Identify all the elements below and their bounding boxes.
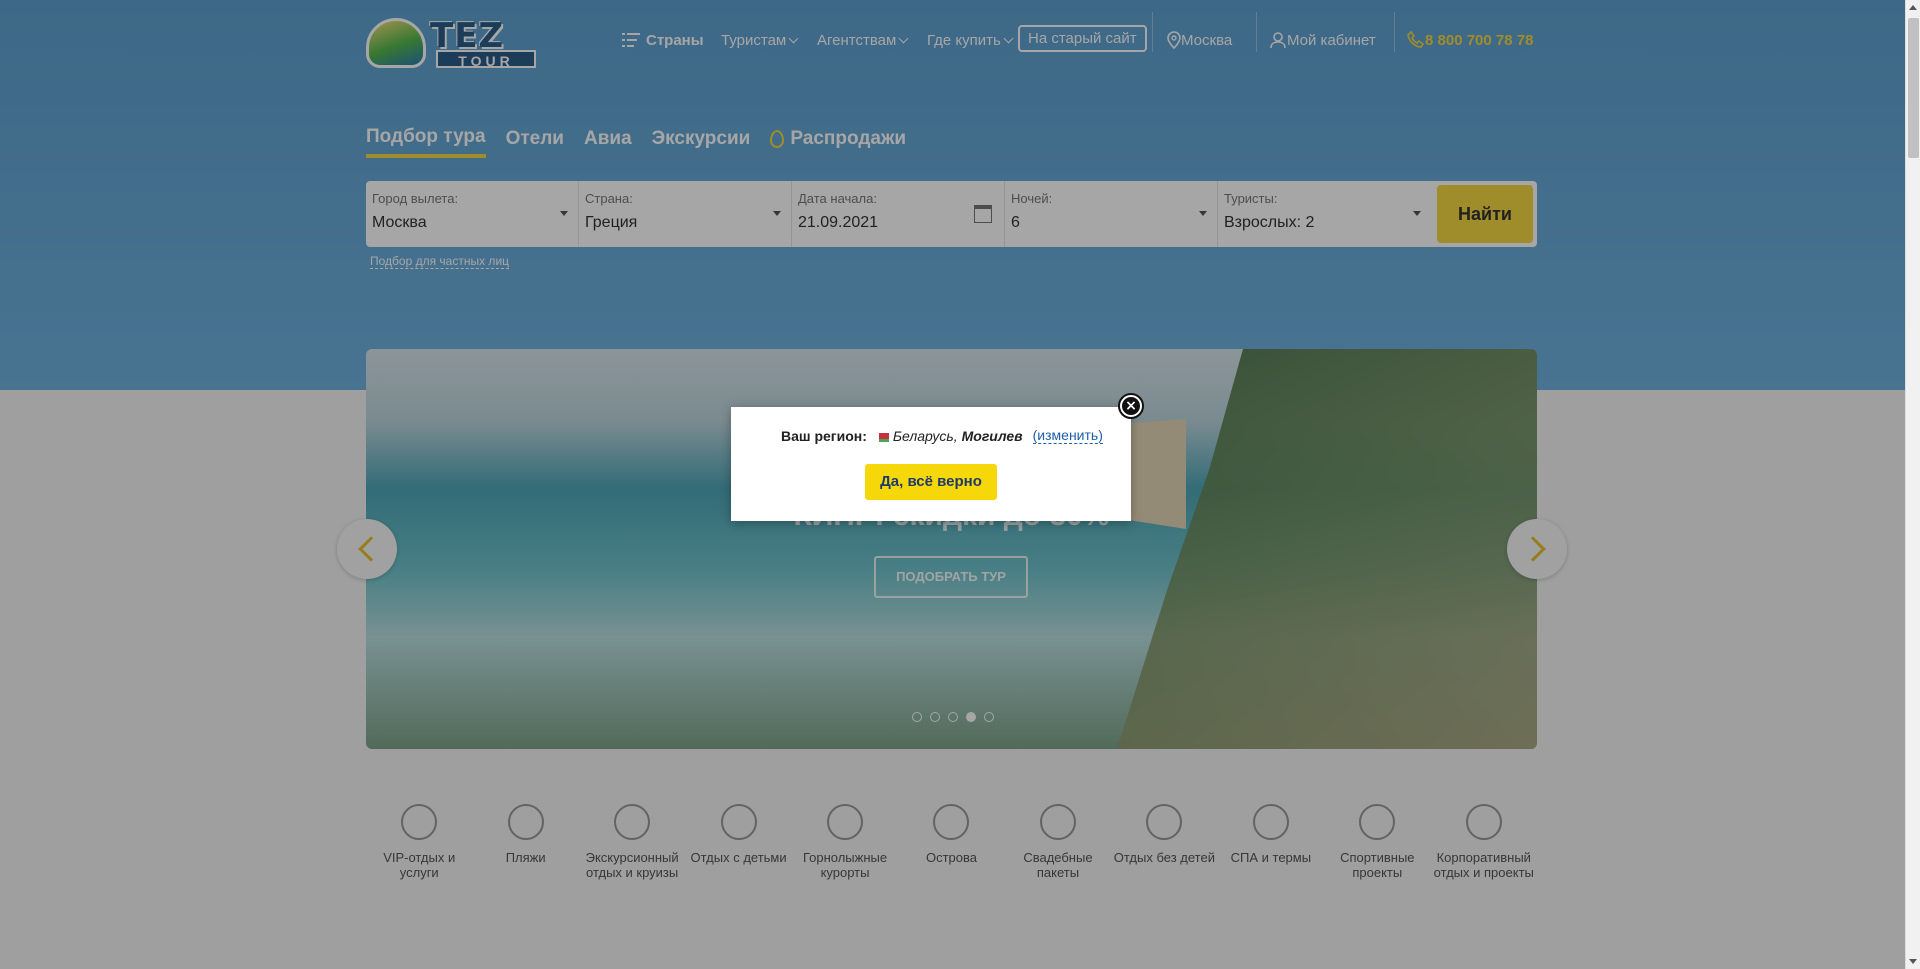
close-icon: × xyxy=(1122,397,1140,415)
scroll-down-icon[interactable] xyxy=(1909,959,1917,964)
region-label: Ваш регион: xyxy=(781,427,867,444)
region-confirm-modal: Ваш регион: Беларусь, Могилев (изменить)… xyxy=(731,407,1131,521)
modal-close-button[interactable]: × xyxy=(1118,393,1144,419)
region-row: Ваш регион: Беларусь, Могилев (изменить) xyxy=(781,427,1103,444)
page-scrollbar[interactable] xyxy=(1905,0,1920,969)
scroll-up-icon[interactable] xyxy=(1909,5,1917,10)
belarus-flag-icon xyxy=(876,433,889,442)
change-region-link[interactable]: (изменить) xyxy=(1032,427,1103,444)
scrollbar-thumb[interactable] xyxy=(1908,18,1919,158)
region-city: Могилев xyxy=(961,427,1023,444)
confirm-region-button[interactable]: Да, всё верно xyxy=(865,464,997,500)
region-country: Беларусь, xyxy=(892,427,958,444)
page: TEZ TOUR Страны Туристам Агентствам Где … xyxy=(0,0,1905,969)
